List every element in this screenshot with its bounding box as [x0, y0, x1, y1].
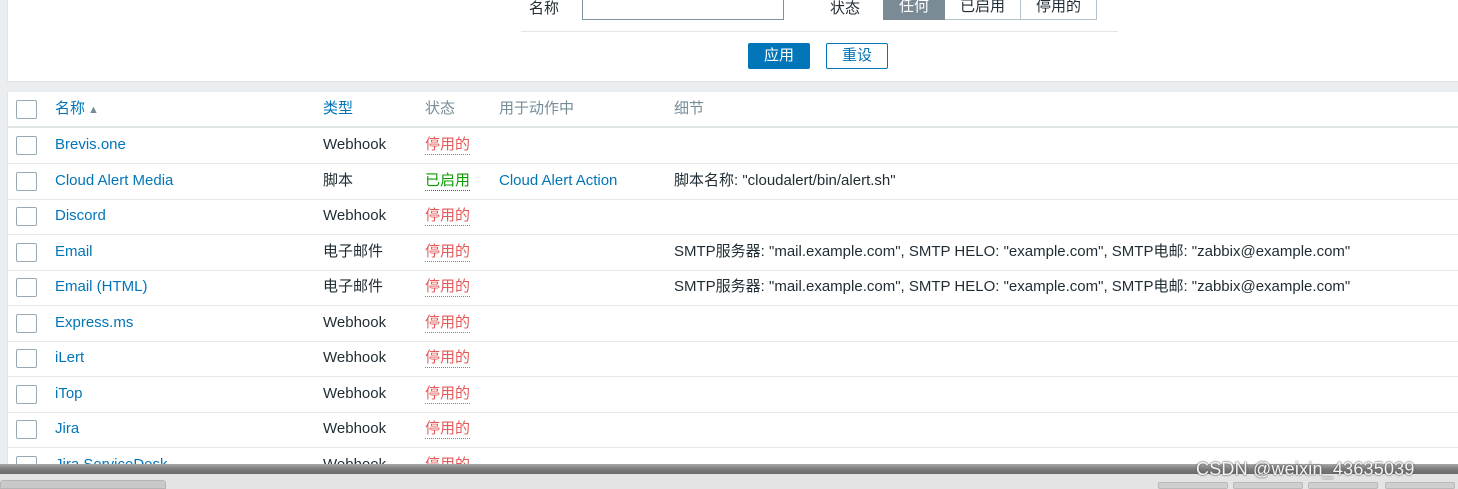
media-type-name-link[interactable]: Jira ServiceDesk [55, 448, 168, 465]
status-toggle-link[interactable]: 停用的 [425, 349, 471, 368]
row-checkbox[interactable] [16, 171, 37, 191]
status-cell: 停用的 [425, 377, 471, 411]
bottom-button-1[interactable] [1158, 482, 1228, 489]
name-filter-label: 名称 [529, 0, 560, 17]
media-type-type: Webhook [323, 420, 387, 437]
status-filter-label: 状态 [830, 0, 861, 17]
media-type-type: Webhook [323, 384, 387, 402]
status-toggle-link[interactable]: 停用的 [425, 278, 471, 297]
status-toggle-link[interactable]: 停用的 [425, 420, 471, 439]
media-type-type: Webhook [323, 313, 387, 331]
status-toggle-link[interactable]: 停用的 [425, 136, 471, 155]
status-cell: 停用的 [425, 270, 471, 304]
media-type-name-link[interactable]: Email [55, 235, 93, 269]
row-checkbox[interactable] [16, 242, 37, 262]
status-toggle-link[interactable]: 停用的 [425, 314, 471, 333]
status-cell: 停用的 [425, 235, 471, 269]
table-row: iLert Webhook 停用的 [8, 341, 1458, 377]
media-type-name-link[interactable]: iTop [55, 377, 83, 411]
sort-asc-icon: ▲ [88, 104, 99, 116]
bottom-tab[interactable] [0, 480, 166, 489]
status-cell: 停用的 [425, 412, 471, 446]
status-option-disabled[interactable]: 停用的 [1021, 0, 1098, 20]
status-option-any[interactable]: 任何 [883, 0, 946, 20]
media-type-name-link[interactable]: iLert [55, 341, 84, 375]
row-checkbox[interactable] [16, 384, 37, 404]
apply-button[interactable]: 应用 [748, 43, 811, 69]
media-type-type: Webhook [323, 455, 387, 465]
table-row: Express.ms Webhook 停用的 [8, 306, 1458, 342]
filter-divider [521, 31, 1118, 32]
row-checkbox[interactable] [16, 207, 37, 226]
media-type-details: 脚本名称: "cloudalert/bin/alert.sh" [674, 171, 896, 189]
filter-panel: 名称 状态 任何 已启用 停用的 应用 重设 [7, 0, 1458, 82]
media-type-type: Webhook [323, 207, 387, 224]
table-row: iTop Webhook 停用的 [8, 377, 1458, 413]
table-header: 名称 ▲ 类型 状态 用于动作中 细节 [8, 92, 1458, 128]
column-type-header[interactable]: 类型 [323, 92, 353, 126]
table-row: Email (HTML) 电子邮件 停用的 SMTP服务器: "mail.exampl… [8, 270, 1458, 306]
status-toggle-link[interactable]: 停用的 [425, 207, 471, 226]
status-cell: 停用的 [425, 128, 471, 162]
table-row: Cloud Alert Media 脚本 已启用 Cloud Alert Action… [8, 164, 1458, 200]
status-cell: 停用的 [425, 199, 471, 233]
column-used-in-actions-header: 用于动作中 [499, 100, 575, 117]
status-toggle-link[interactable]: 停用的 [425, 243, 471, 262]
row-checkbox[interactable] [16, 136, 37, 155]
row-checkbox[interactable] [16, 455, 37, 464]
status-filter-segmented: 任何 已启用 停用的 [883, 0, 1098, 20]
column-details-header: 细节 [674, 100, 705, 117]
status-cell: 停用的 [425, 306, 471, 340]
status-cell: 停用的 [425, 341, 471, 375]
watermark: CSDN @weixin_43635039 [1196, 459, 1415, 479]
bottom-button-3[interactable] [1308, 482, 1378, 489]
status-cell: 已启用 [425, 164, 471, 198]
media-type-type: 电子邮件 [323, 242, 384, 260]
table-row: Brevis.one Webhook 停用的 [8, 128, 1458, 164]
media-type-name-link[interactable]: Express.ms [55, 306, 133, 340]
table-row: Discord Webhook 停用的 [8, 199, 1458, 235]
row-checkbox[interactable] [16, 349, 37, 368]
used-in-action-link[interactable]: Cloud Alert Action [499, 164, 617, 198]
media-type-name-link[interactable]: Email (HTML) [55, 270, 148, 304]
table-row: Jira Webhook 停用的 [8, 412, 1458, 448]
media-type-name-link[interactable]: Discord [55, 199, 106, 233]
column-name-label: 名称 [55, 100, 86, 117]
media-type-type: 脚本 [323, 171, 354, 189]
select-all-checkbox[interactable] [16, 100, 37, 119]
media-type-name-link[interactable]: Brevis.one [55, 128, 126, 162]
media-type-name-link[interactable]: Jira [55, 412, 79, 446]
media-type-name-link[interactable]: Cloud Alert Media [55, 164, 173, 198]
media-type-type: Webhook [323, 349, 387, 366]
row-checkbox[interactable] [16, 313, 37, 333]
media-type-details: SMTP服务器: "mail.example.com", SMTP HELO: … [674, 278, 1351, 295]
bottom-button-2[interactable] [1233, 482, 1303, 489]
media-type-type: Webhook [323, 136, 387, 153]
media-type-details: SMTP服务器: "mail.example.com", SMTP HELO: … [674, 242, 1351, 260]
status-toggle-link[interactable]: 停用的 [425, 456, 470, 465]
bottom-button-4[interactable] [1385, 482, 1455, 489]
status-option-enabled[interactable]: 已启用 [945, 0, 1022, 20]
media-type-type: 电子邮件 [323, 278, 384, 295]
name-filter-input[interactable] [582, 0, 784, 20]
column-name-header[interactable]: 名称 ▲ [55, 92, 99, 127]
status-toggle-link[interactable]: 停用的 [425, 385, 471, 404]
reset-button[interactable]: 重设 [826, 43, 889, 69]
column-status-header: 状态 [425, 100, 456, 117]
row-checkbox[interactable] [16, 278, 37, 297]
table-row: Email 电子邮件 停用的 SMTP服务器: "mail.example.com",… [8, 235, 1458, 271]
status-toggle-link[interactable]: 已启用 [425, 172, 471, 191]
status-cell: 停用的 [425, 448, 470, 465]
media-types-table: 名称 ▲ 类型 状态 用于动作中 细节 Brevis.one Webhook 停用的 C… [7, 92, 1458, 464]
row-checkbox[interactable] [16, 420, 37, 439]
